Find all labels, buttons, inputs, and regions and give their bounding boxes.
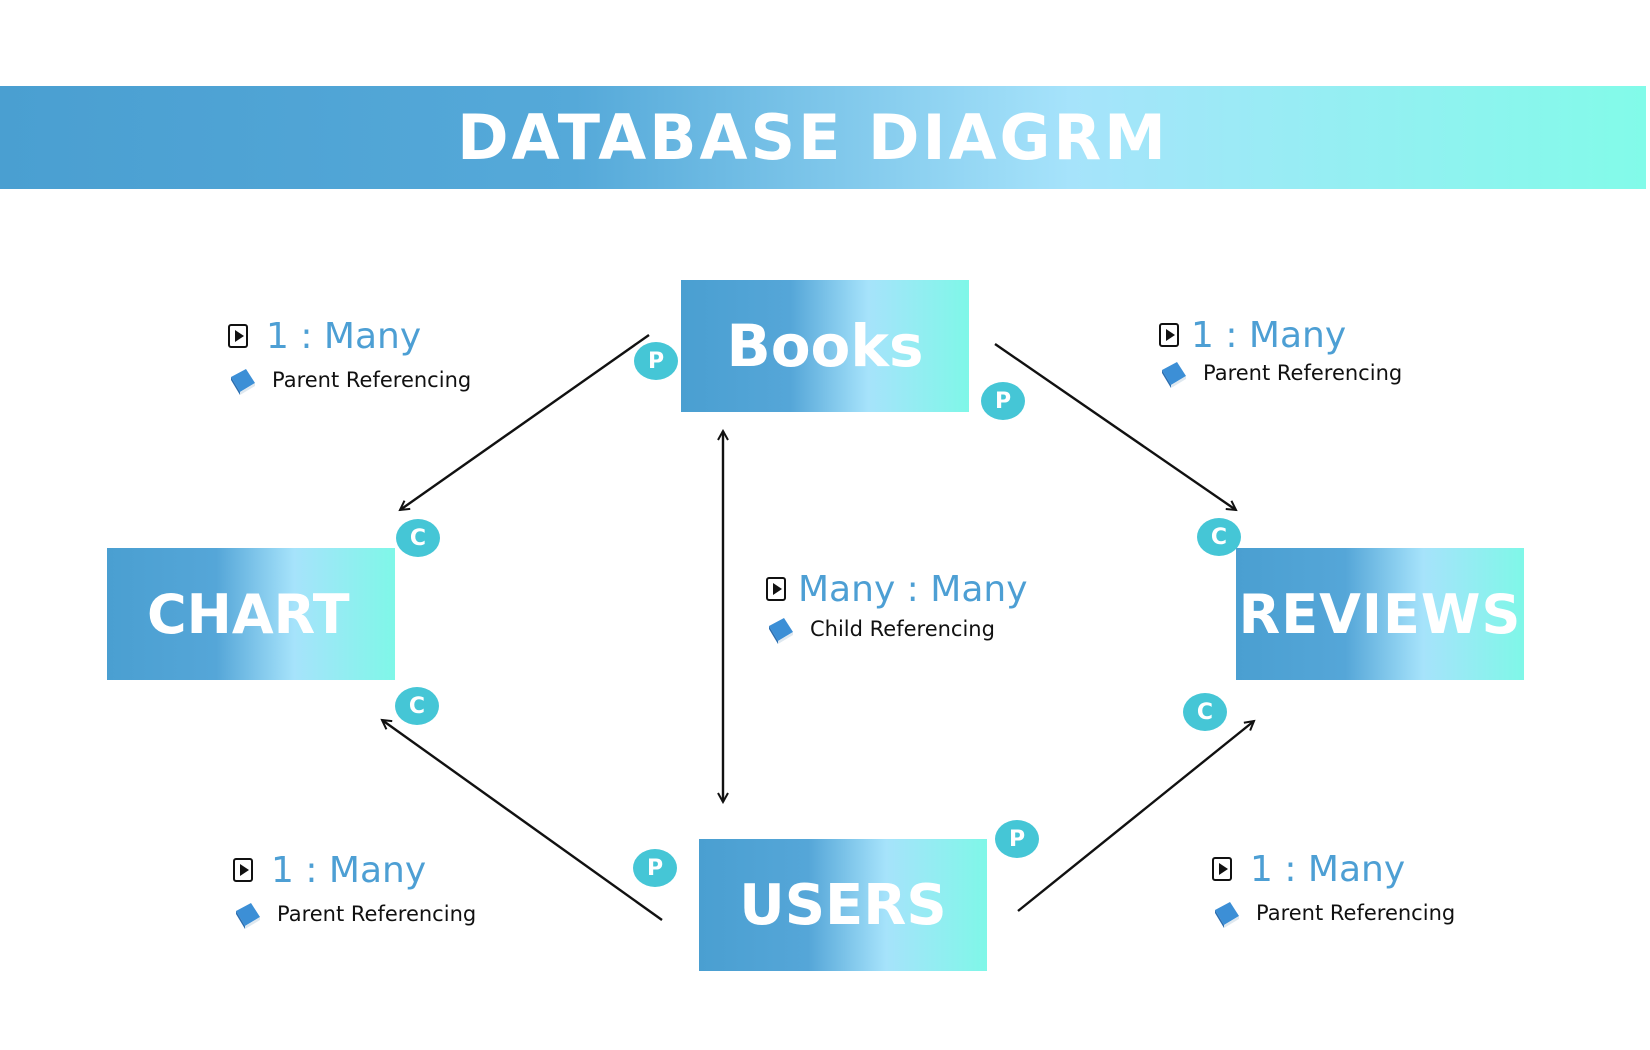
cardinality-label: 1 : Many bbox=[1191, 314, 1347, 356]
relation-label-books-users: Many : Many Child Referencing bbox=[766, 565, 1028, 647]
play-icon bbox=[233, 858, 253, 882]
entity-reviews[interactable]: REVIEWS bbox=[1236, 548, 1524, 680]
reference-label: Child Referencing bbox=[810, 617, 995, 641]
parent-badge: P bbox=[634, 342, 678, 380]
child-badge: C bbox=[1183, 693, 1227, 731]
book-icon bbox=[1162, 362, 1186, 388]
play-icon bbox=[1159, 323, 1179, 347]
child-badge: C bbox=[1197, 518, 1241, 556]
child-badge: C bbox=[395, 687, 439, 725]
relation-label-users-chart: 1 : Many Parent Referencing bbox=[233, 846, 476, 932]
parent-badge: P bbox=[633, 849, 677, 887]
entity-chart[interactable]: CHART bbox=[107, 548, 395, 680]
reference-label: Parent Referencing bbox=[272, 368, 472, 392]
parent-badge: P bbox=[981, 382, 1025, 420]
play-icon bbox=[766, 577, 786, 601]
play-icon bbox=[228, 324, 248, 348]
entity-books[interactable]: Books bbox=[681, 280, 969, 412]
relation-label-books-chart: 1 : Many Parent Referencing bbox=[228, 312, 471, 398]
cardinality-label: 1 : Many bbox=[266, 315, 422, 357]
parent-badge: P bbox=[995, 820, 1039, 858]
relation-label-users-reviews: 1 : Many Parent Referencing bbox=[1212, 845, 1455, 931]
reference-label: Parent Referencing bbox=[1203, 361, 1403, 385]
cardinality-label: 1 : Many bbox=[1250, 848, 1406, 890]
play-icon bbox=[1212, 857, 1232, 881]
book-icon bbox=[231, 369, 255, 395]
entity-users[interactable]: USERS bbox=[699, 839, 987, 971]
book-icon bbox=[1215, 902, 1239, 928]
child-badge: C bbox=[396, 519, 440, 557]
book-icon bbox=[769, 618, 793, 644]
book-icon bbox=[236, 903, 260, 929]
cardinality-label: 1 : Many bbox=[271, 849, 427, 891]
relation-label-books-reviews: 1 : Many Parent Referencing bbox=[1159, 311, 1402, 391]
reference-label: Parent Referencing bbox=[1256, 901, 1456, 925]
reference-label: Parent Referencing bbox=[277, 902, 477, 926]
cardinality-label: Many : Many bbox=[798, 568, 1028, 610]
